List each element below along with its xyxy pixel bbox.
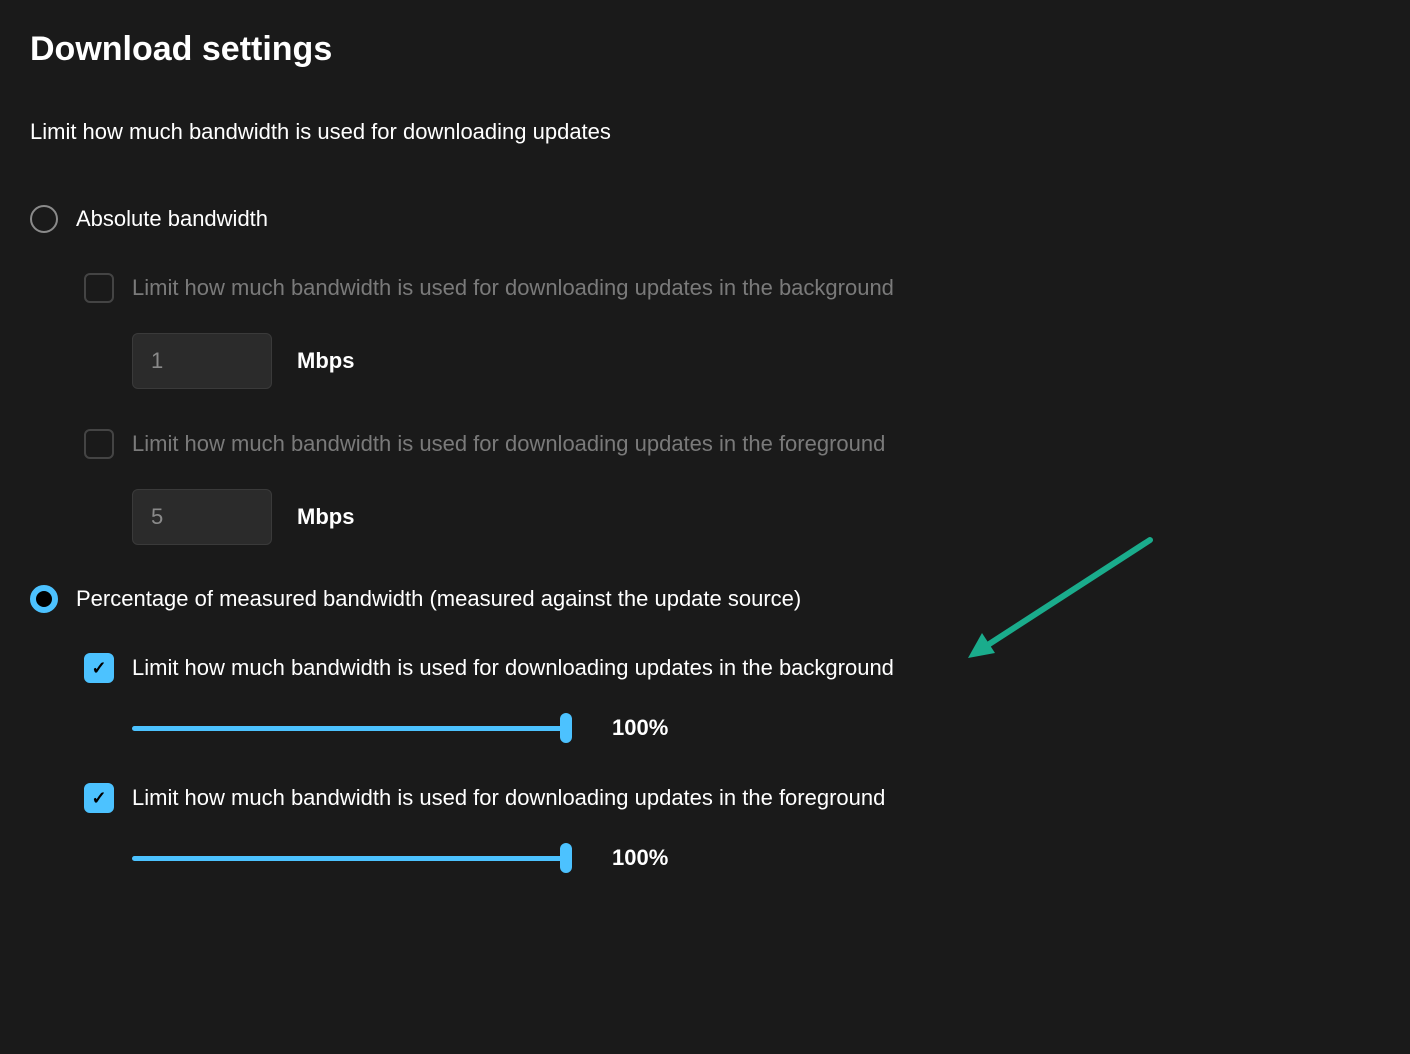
absolute-sub-section: ✓ Limit how much bandwidth is used for d… [84,273,1380,545]
absolute-foreground-checkbox: ✓ [84,429,114,459]
absolute-foreground-input-row: Mbps [132,489,1380,545]
percentage-foreground-value: 100% [612,845,668,871]
slider-thumb[interactable] [560,843,572,873]
percentage-background-slider[interactable] [132,713,572,743]
percentage-bandwidth-radio[interactable] [30,585,58,613]
page-subtitle: Limit how much bandwidth is used for dow… [30,119,1380,145]
absolute-foreground-checkbox-row: ✓ Limit how much bandwidth is used for d… [84,429,1380,459]
percentage-foreground-slider[interactable] [132,843,572,873]
absolute-bandwidth-radio[interactable] [30,205,58,233]
absolute-foreground-unit: Mbps [297,504,354,530]
percentage-background-value: 100% [612,715,668,741]
percentage-foreground-slider-row: 100% [132,843,1380,873]
percentage-foreground-label: Limit how much bandwidth is used for dow… [132,785,885,811]
absolute-background-checkbox: ✓ [84,273,114,303]
absolute-background-checkbox-row: ✓ Limit how much bandwidth is used for d… [84,273,1380,303]
percentage-background-label: Limit how much bandwidth is used for dow… [132,655,894,681]
percentage-background-checkbox[interactable]: ✓ [84,653,114,683]
percentage-background-slider-row: 100% [132,713,1380,743]
percentage-foreground-checkbox[interactable]: ✓ [84,783,114,813]
percentage-sub-section: ✓ Limit how much bandwidth is used for d… [84,653,1380,873]
absolute-background-label: Limit how much bandwidth is used for dow… [132,275,894,301]
absolute-background-input-row: Mbps [132,333,1380,389]
absolute-foreground-label: Limit how much bandwidth is used for dow… [132,431,885,457]
absolute-foreground-input [132,489,272,545]
check-icon: ✓ [91,788,106,809]
absolute-bandwidth-label: Absolute bandwidth [76,206,268,232]
percentage-foreground-checkbox-row[interactable]: ✓ Limit how much bandwidth is used for d… [84,783,1380,813]
percentage-bandwidth-radio-row[interactable]: Percentage of measured bandwidth (measur… [30,585,1380,613]
slider-track [132,726,572,731]
absolute-bandwidth-radio-row[interactable]: Absolute bandwidth [30,205,1380,233]
page-title: Download settings [30,30,1380,69]
slider-thumb[interactable] [560,713,572,743]
percentage-background-checkbox-row[interactable]: ✓ Limit how much bandwidth is used for d… [84,653,1380,683]
percentage-bandwidth-label: Percentage of measured bandwidth (measur… [76,586,801,612]
check-icon: ✓ [91,658,106,679]
absolute-background-unit: Mbps [297,348,354,374]
slider-track [132,856,572,861]
absolute-background-input [132,333,272,389]
